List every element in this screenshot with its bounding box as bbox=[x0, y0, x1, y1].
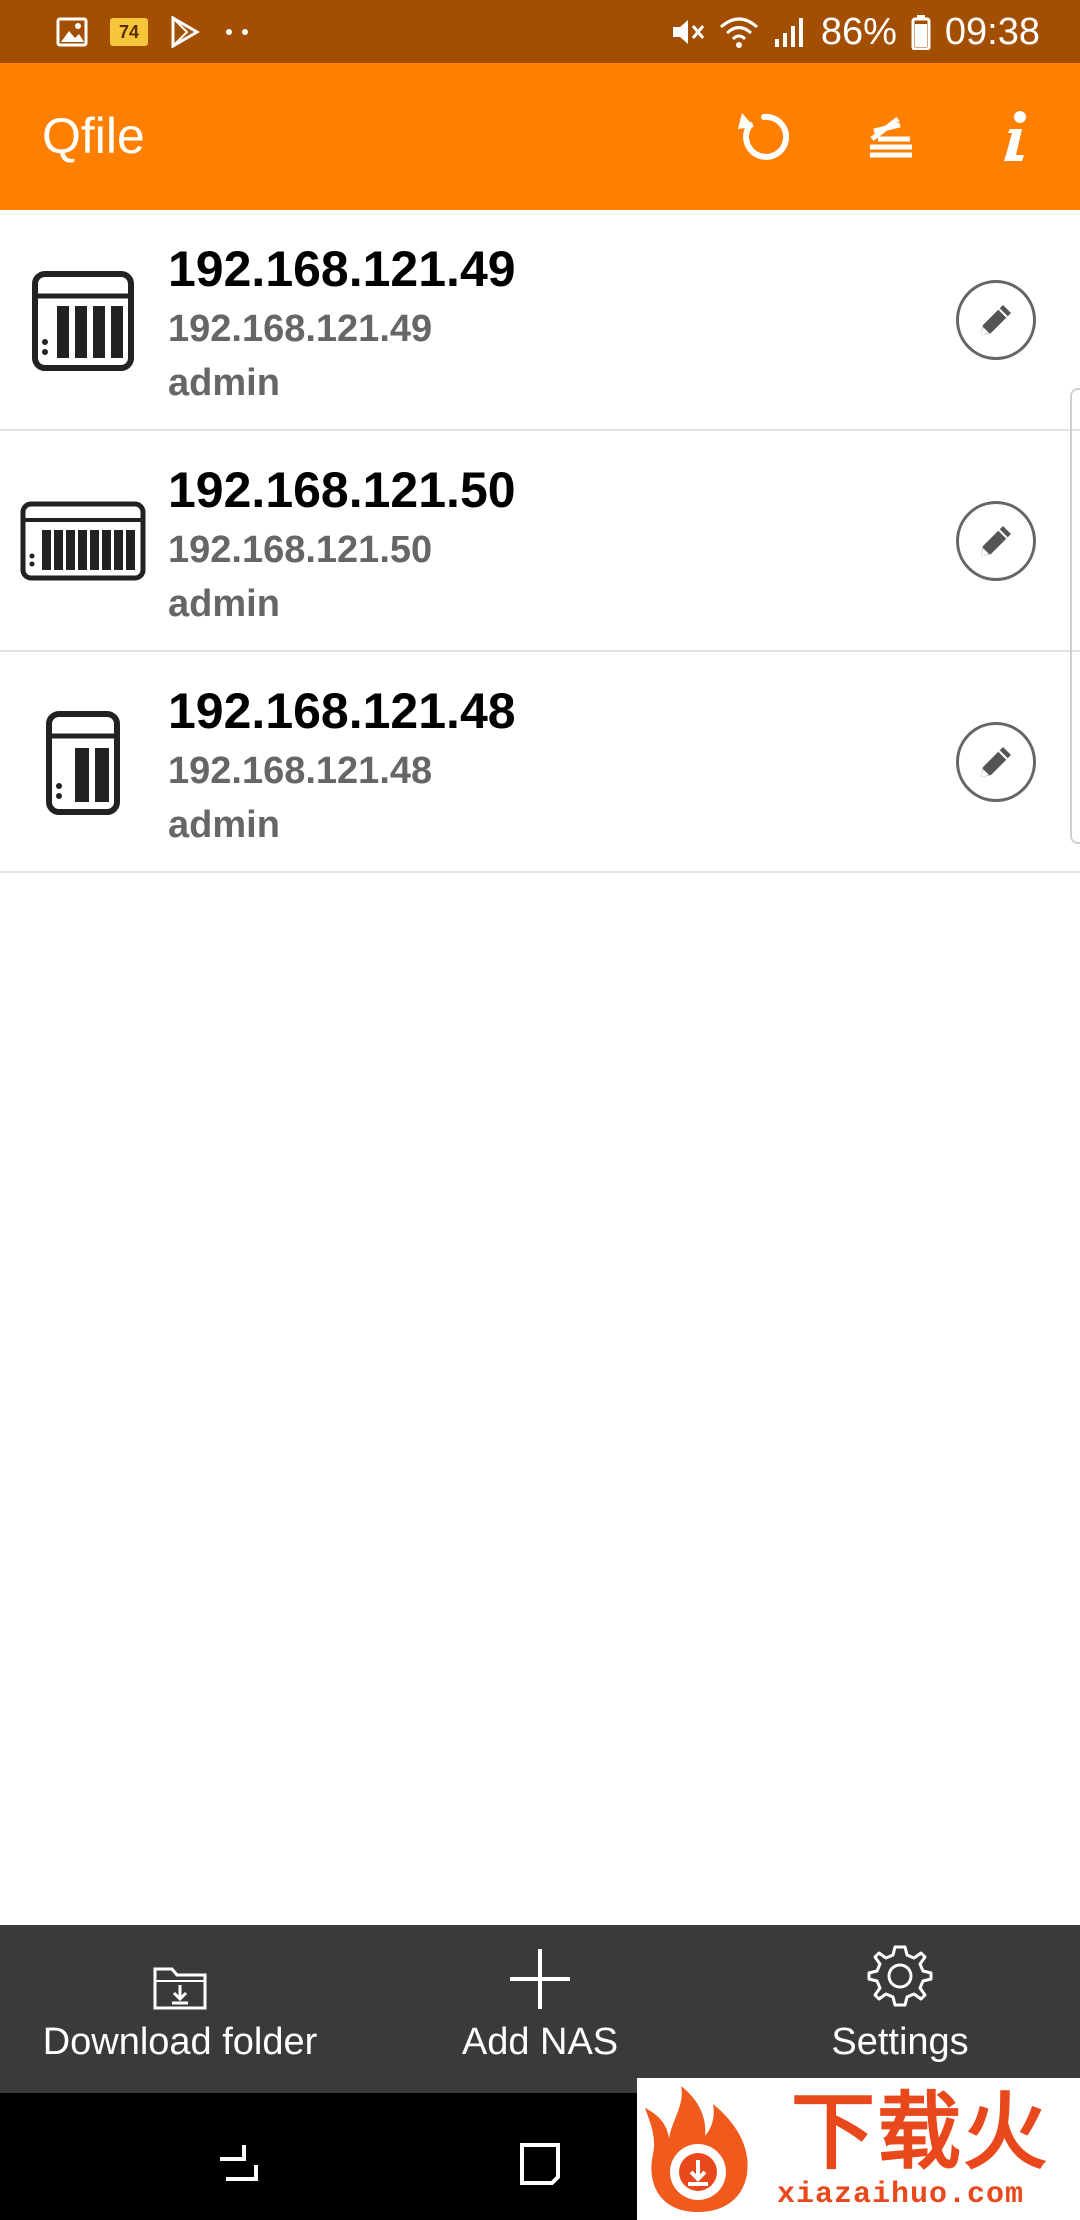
download-folder-label: Download folder bbox=[42, 2021, 318, 2063]
list-item[interactable]: 192.168.121.50 192.168.121.50 admin bbox=[0, 431, 1080, 652]
nas-rack-icon bbox=[20, 481, 146, 601]
notification-badge-icon: 74 bbox=[110, 18, 148, 46]
refresh-button[interactable] bbox=[726, 99, 802, 175]
mute-icon bbox=[669, 14, 705, 50]
home-button[interactable] bbox=[510, 2133, 570, 2193]
play-store-icon bbox=[170, 16, 200, 48]
signal-icon bbox=[773, 15, 807, 49]
gallery-icon bbox=[56, 17, 88, 47]
list-item[interactable]: 192.168.121.49 192.168.121.49 admin bbox=[0, 210, 1080, 431]
status-bar: 74 86% 09:38 bbox=[0, 0, 1080, 63]
nas-user: admin bbox=[168, 362, 280, 404]
pencil-icon bbox=[981, 305, 1011, 335]
nas-name: 192.168.121.49 bbox=[168, 241, 516, 297]
sort-stack-icon bbox=[870, 117, 912, 158]
settings-button[interactable]: Settings bbox=[760, 1925, 1040, 2093]
bottom-action-bar: Download folder Add NAS Settings bbox=[0, 1925, 1080, 2093]
status-bar-notifications: 74 bbox=[56, 12, 252, 52]
recent-apps-button[interactable] bbox=[208, 2133, 268, 2193]
pencil-icon bbox=[981, 747, 1011, 777]
nas-user: admin bbox=[168, 804, 280, 846]
watermark-url: xiazaihuo.com bbox=[777, 2178, 1025, 2212]
refresh-icon bbox=[738, 113, 790, 160]
battery-icon bbox=[911, 14, 931, 50]
info-button[interactable] bbox=[976, 99, 1052, 175]
edit-nas-button[interactable] bbox=[956, 501, 1036, 581]
add-nas-label: Add NAS bbox=[461, 2021, 619, 2063]
settings-label: Settings bbox=[831, 2021, 969, 2063]
download-folder-button[interactable]: Download folder bbox=[20, 1925, 340, 2093]
info-icon bbox=[1004, 111, 1026, 161]
edit-nas-button[interactable] bbox=[956, 722, 1036, 802]
app-title: Qfile bbox=[42, 108, 145, 164]
nas-2bay-icon bbox=[20, 702, 146, 822]
home-icon bbox=[520, 2143, 560, 2185]
clock: 09:38 bbox=[944, 10, 1040, 53]
plus-icon bbox=[510, 1949, 570, 2009]
watermark: 下载火 xiazaihuo.com bbox=[637, 2078, 1080, 2220]
pencil-icon bbox=[981, 526, 1011, 556]
nas-name: 192.168.121.50 bbox=[168, 462, 516, 518]
add-nas-button[interactable]: Add NAS bbox=[400, 1925, 680, 2093]
nas-name: 192.168.121.48 bbox=[168, 683, 516, 739]
gear-icon bbox=[867, 1945, 933, 2007]
nas-address: 192.168.121.50 bbox=[168, 529, 433, 571]
app-bar: Qfile bbox=[0, 63, 1080, 210]
status-bar-system: 86% 09:38 bbox=[669, 8, 1040, 56]
nas-4bay-icon bbox=[20, 260, 146, 380]
nas-list: 192.168.121.49 192.168.121.49 admin 192.… bbox=[0, 210, 1080, 873]
nas-address: 192.168.121.49 bbox=[168, 308, 433, 350]
more-dots-icon bbox=[222, 27, 252, 37]
scroll-indicator[interactable] bbox=[1070, 388, 1080, 844]
flame-logo-icon bbox=[645, 2086, 748, 2212]
watermark-brand: 下载火 bbox=[791, 2083, 1050, 2181]
edit-nas-button[interactable] bbox=[956, 280, 1036, 360]
recent-apps-icon bbox=[220, 2145, 258, 2181]
wifi-icon bbox=[719, 15, 759, 49]
sort-button[interactable] bbox=[852, 99, 928, 175]
list-item[interactable]: 192.168.121.48 192.168.121.48 admin bbox=[0, 652, 1080, 873]
nas-address: 192.168.121.48 bbox=[168, 750, 433, 792]
battery-percentage: 86% bbox=[820, 10, 897, 53]
nas-user: admin bbox=[168, 583, 280, 625]
download-folder-icon bbox=[153, 1967, 207, 2010]
